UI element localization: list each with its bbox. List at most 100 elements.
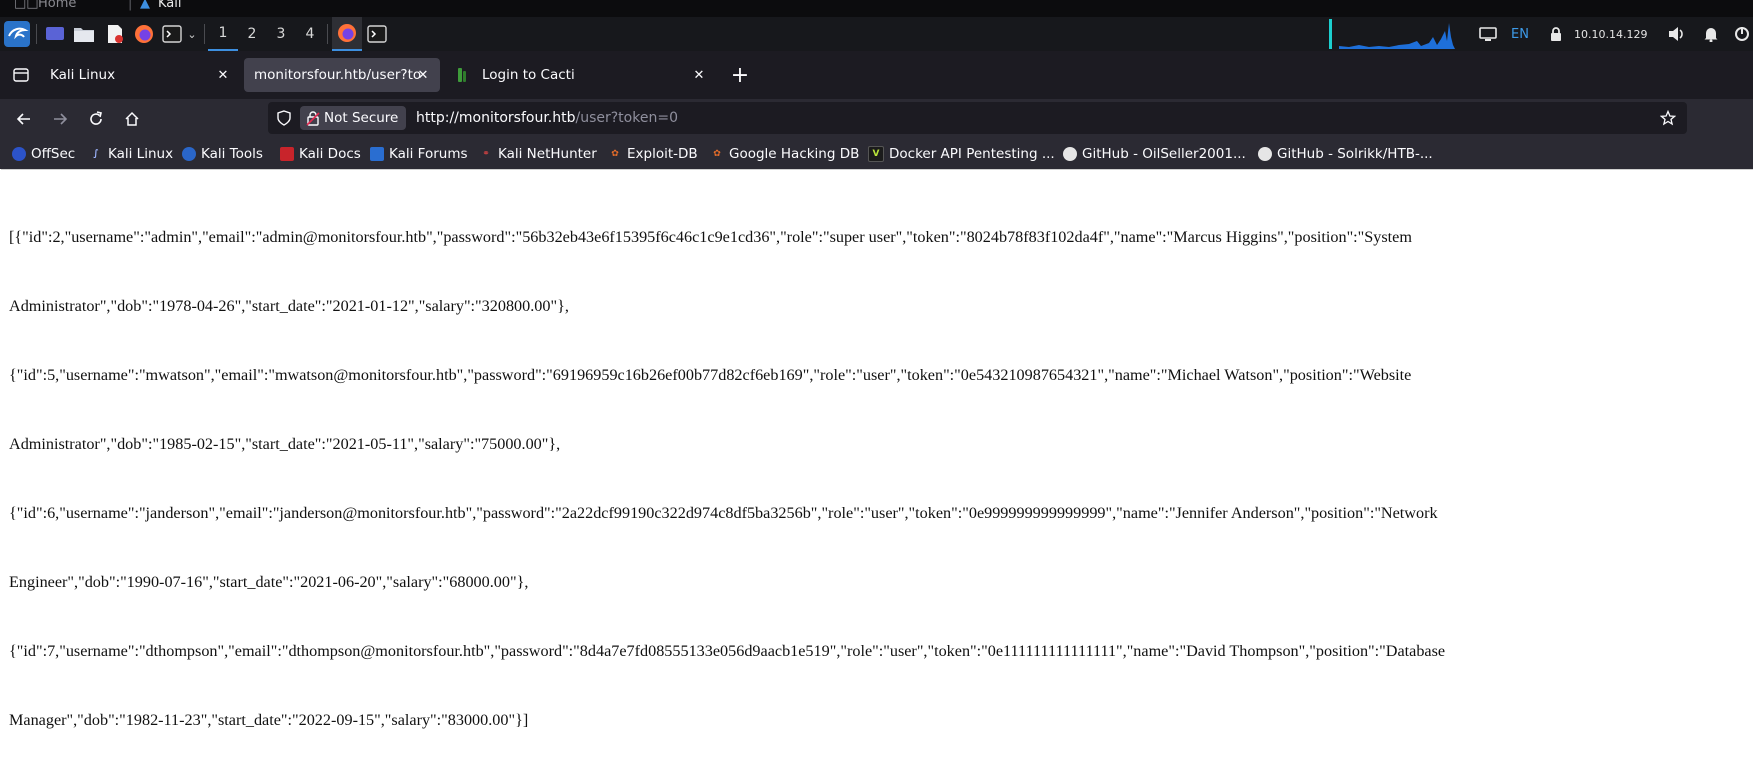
bookmark-google-hacking-db[interactable]: ✿ Google Hacking DB [710,139,859,169]
bookmark-label: Kali Tools [201,146,263,162]
volume-icon[interactable] [1666,17,1688,51]
show-desktop-icon[interactable] [44,17,66,51]
page-content: [{"id":2,"username":"admin","email":"adm… [1,169,1753,729]
bookmark-label: Kali Docs [299,146,361,162]
url-bar[interactable]: Not Secure http://monitorsfour.htb/user?… [268,102,1687,134]
reload-button[interactable] [82,105,110,133]
workspace-1[interactable]: 1 [208,17,238,51]
browser-navigation-bar: Not Secure http://monitorsfour.htb/user?… [0,99,1753,139]
tab-login-to-cacti[interactable]: Login to Cacti ✕ [446,58,716,92]
bookmark-github-solrikk[interactable]: GitHub - Solrikk/HTB-... [1258,139,1433,169]
text-editor-icon[interactable] [104,17,126,51]
kali-docs-icon [280,147,294,161]
nethunter-icon: ⚭ [482,149,490,159]
bookmark-label: Kali Linux [108,146,174,162]
close-tab-icon[interactable]: ✕ [214,66,232,84]
tab-kali-linux[interactable]: Kali Linux ✕ [40,58,240,92]
back-arrow-icon [16,113,30,125]
firefox-launcher-icon[interactable] [132,17,156,51]
json-line: {"id":5,"username":"mwatson","email":"mw… [9,366,1412,384]
taskbar-firefox-window[interactable] [332,17,362,51]
panel-separator [204,24,205,44]
github-icon [1258,147,1272,161]
bookmark-kali-docs[interactable]: Kali Docs [280,139,361,169]
background-window-title-kali: Kali [158,0,182,11]
json-line: {"id":7,"username":"dthompson","email":"… [9,642,1446,660]
close-tab-icon[interactable]: ✕ [690,66,708,84]
json-line: Engineer","dob":"1990-07-16","start_date… [9,573,529,591]
ip-address-label: 10.10.14.129 [1574,27,1648,41]
bookmark-kali-tools[interactable]: Kali Tools [182,139,263,169]
tab-label: Login to Cacti [482,67,575,83]
terminal-icon [367,25,387,43]
bookmark-kali-linux[interactable]: ∫ Kali Linux [89,139,173,169]
background-window-titlebar: □□ Home | ▲ Kali [0,0,1753,17]
close-tab-icon[interactable]: ✕ [414,66,432,84]
file-manager-icon[interactable] [72,17,96,51]
kali-menu-button[interactable] [2,17,32,51]
vpn-lock-icon[interactable] [1547,17,1565,51]
reload-icon [90,111,102,125]
json-line: Administrator","dob":"1978-04-26","start… [9,297,569,315]
bookmarks-toolbar: OffSec ∫ Kali Linux Kali Tools Kali Docs… [0,139,1753,169]
bookmark-star-icon[interactable] [1654,104,1682,132]
bookmark-docker-api-pentesting[interactable]: V Docker API Pentesting ... [868,139,1055,169]
tab-label: Kali Linux [50,67,116,83]
bookmark-label: Google Hacking DB [729,146,860,162]
back-button[interactable] [10,105,38,133]
offsec-icon [12,147,26,161]
background-window-title-home: Home [38,0,77,11]
workspace-2[interactable]: 2 [237,17,267,51]
bookmark-kali-forums[interactable]: Kali Forums [370,139,468,169]
json-line: {"id":6,"username":"janderson","email":"… [9,504,1438,522]
bookmark-github-oilseller[interactable]: GitHub - OilSeller2001... [1063,139,1246,169]
kali-panel: ⌄ 1 2 3 4 EN 10.10.14.129 [0,17,1753,51]
notifications-bell-icon[interactable] [1700,17,1722,51]
forward-button[interactable] [46,105,74,133]
list-all-tabs-button[interactable] [7,61,35,89]
separator: | [128,0,133,11]
keyboard-layout-indicator[interactable]: EN [1511,17,1529,51]
terminal-launcher-icon[interactable] [160,17,184,51]
bookmark-label: Docker API Pentesting ... [889,146,1055,162]
chevron-down-icon[interactable]: ⌄ [184,17,200,51]
panel-separator [36,24,37,44]
display-icon[interactable] [1476,17,1500,51]
url-text[interactable]: http://monitorsfour.htb/user?token=0 [416,102,678,134]
tracking-protection-shield-icon[interactable] [270,104,298,132]
tab-monitorsfour-user[interactable]: monitorsfour.htb/user?token= ✕ [244,58,440,92]
bookmark-exploit-db[interactable]: ✿ Exploit-DB [608,139,698,169]
json-line: [{"id":2,"username":"admin","email":"adm… [9,228,1412,246]
tab-overview-icon [13,68,29,82]
taskbar-terminal-window[interactable] [364,17,390,51]
kali-dragon-icon [4,21,30,47]
ghdb-icon: ✿ [713,149,721,159]
workspace-4[interactable]: 4 [295,17,325,51]
forward-arrow-icon [54,113,68,125]
json-line: Administrator","dob":"1985-02-15","start… [9,435,561,453]
bookmark-label: GitHub - OilSeller2001... [1082,146,1246,162]
bookmark-label: GitHub - Solrikk/HTB-... [1277,146,1433,162]
workspace-3[interactable]: 3 [266,17,296,51]
new-tab-plus-icon[interactable]: + [726,61,754,89]
site-security-indicator[interactable]: Not Secure [300,106,407,130]
bookmark-label: Kali Forums [389,146,468,162]
json-line: Manager","dob":"1982-11-23","start_date"… [9,711,529,729]
bookmark-offsec[interactable]: OffSec [12,139,75,169]
not-secure-label: Not Secure [324,110,399,126]
raw-json-response: [{"id":2,"username":"admin","email":"adm… [9,180,1649,778]
panel-separator [327,24,328,44]
browser-tab-bar: Kali Linux ✕ monitorsfour.htb/user?token… [0,51,1753,99]
bookmark-label: Exploit-DB [627,146,698,162]
bookmark-kali-nethunter[interactable]: ⚭ Kali NetHunter [479,139,597,169]
home-button[interactable] [118,105,146,133]
url-host: http://monitorsfour.htb [416,110,576,126]
bookmark-label: Kali NetHunter [498,146,597,162]
network-activity-graph [1329,19,1455,49]
docker-pentest-icon: V [868,146,884,162]
insecure-lock-icon [306,111,320,126]
github-icon [1063,147,1077,161]
tab-label: monitorsfour.htb/user?token= [254,67,422,83]
power-icon[interactable] [1730,17,1753,51]
cacti-favicon-icon [458,68,466,82]
